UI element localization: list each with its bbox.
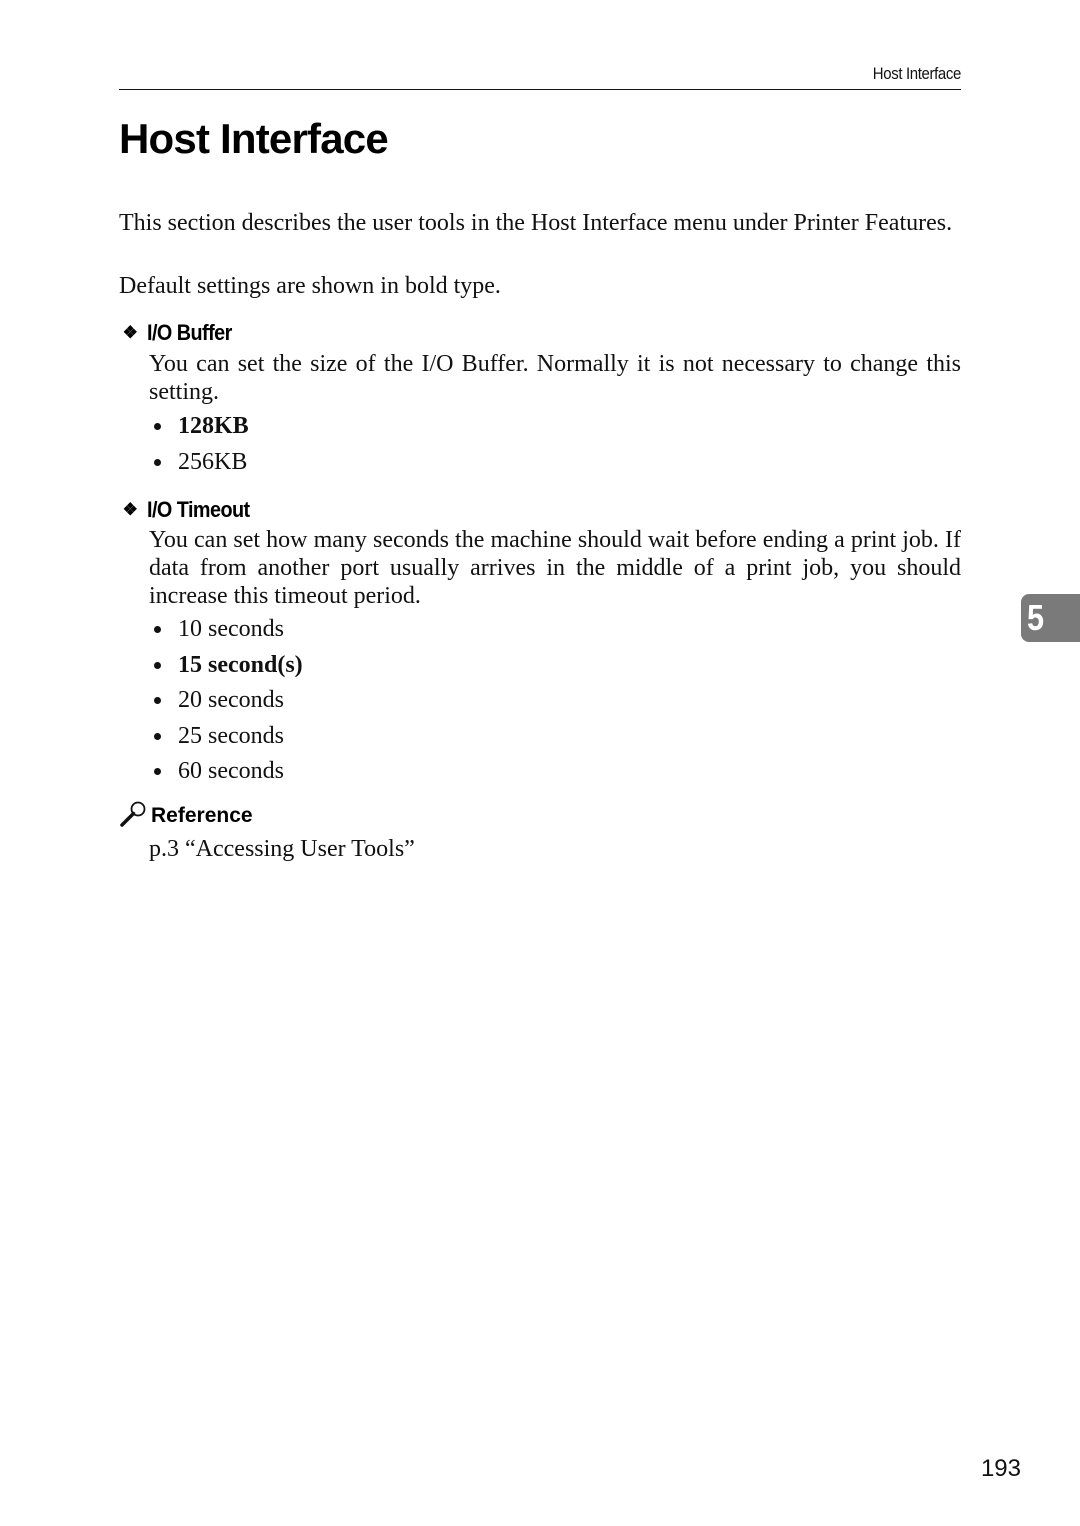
option-label: 128KB [178,413,249,439]
option-item: 10 seconds [149,615,303,651]
option-label: 15 second(s) [178,651,303,678]
option-item: 128KB [149,412,249,448]
option-label: 60 seconds [178,758,284,785]
diamond-bullet-icon: ❖ [122,500,138,519]
section-heading-text: I/O Timeout [147,497,250,522]
option-label: 25 seconds [178,722,284,749]
chapter-tab: 5 [1021,594,1080,642]
page-title: Host Interface [119,115,389,162]
bullet-icon [154,697,161,705]
reference-heading: Reference [119,800,253,828]
chapter-number: 5 [1027,597,1045,638]
option-label: 256KB [178,448,248,475]
io-timeout-options: 10 seconds 15 second(s) 20 seconds 25 se… [149,615,303,793]
bullet-icon [154,732,161,740]
io-buffer-options: 128KB 256KB [149,412,249,483]
option-item: 256KB [149,448,249,484]
io-timeout-description: You can set how many seconds the machine… [149,527,961,609]
option-item: 20 seconds [149,686,303,722]
section-heading-io-timeout: ❖ I/O Timeout [119,497,261,523]
io-buffer-description: You can set the size of the I/O Buffer. … [149,351,961,405]
bullet-icon [154,458,161,466]
section-heading-text: I/O Buffer [147,320,232,345]
option-item: 60 seconds [149,757,303,793]
header-rule [119,89,961,90]
reference-heading-text: Reference [151,804,253,827]
magnifier-icon [120,801,146,827]
bullet-icon [154,423,161,430]
section-heading-io-buffer: ❖ I/O Buffer [119,320,241,346]
bullet-icon [154,626,161,633]
reference-link[interactable]: p.3 “Accessing User Tools” [149,835,415,863]
bullet-icon [154,768,161,776]
default-settings-note: Default settings are shown in bold type. [119,273,501,299]
page-number: 193 [980,1455,1021,1482]
option-item: 15 second(s) [149,651,303,687]
diamond-bullet-icon: ❖ [122,323,138,342]
bullet-icon [154,661,161,669]
intro-paragraph: This section describes the user tools in… [119,210,953,236]
option-item: 25 seconds [149,722,303,758]
option-label: 20 seconds [178,687,284,714]
option-label: 10 seconds [178,616,284,642]
running-header: Host Interface [872,64,962,83]
